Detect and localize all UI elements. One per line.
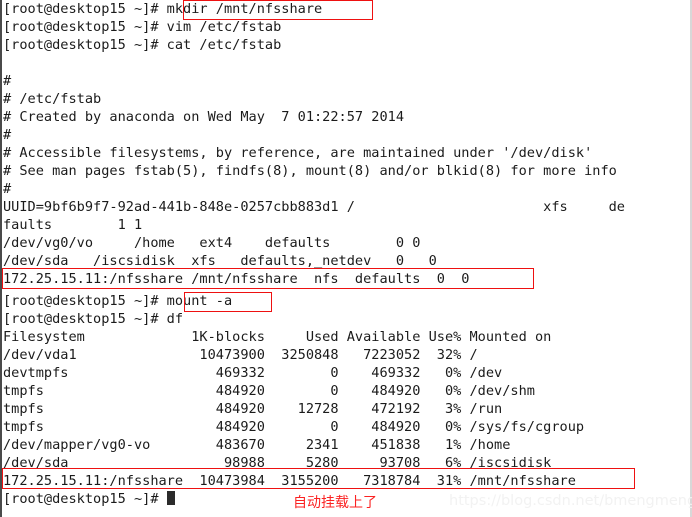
fstab-comment-path: # /etc/fstab — [3, 91, 102, 107]
terminal-line-cat: [root@desktop15 ~]# cat /etc/fstab — [3, 37, 282, 53]
fstab-entry-uuid-root: UUID=9bf6b9f7-92ad-441b-848e-0257cbb883d… — [3, 199, 625, 215]
fstab-comment-created: # Created by anaconda on Wed May 7 01:22… — [3, 109, 405, 125]
fstab-comment-manpages: # See man pages fstab(5), findfs(8), mou… — [3, 163, 617, 179]
terminal-window[interactable]: [root@desktop15 ~]# mkdir /mnt/nfsshare … — [0, 0, 692, 517]
df-row-vda1: /dev/vda1 10473900 3250848 7223052 32% / — [3, 347, 478, 363]
df-row-vg0-vo: /dev/mapper/vg0-vo 483670 2341 451838 1%… — [3, 437, 511, 453]
fstab-entry-iscsidisk: /dev/sda /iscsidisk xfs defaults,_netdev… — [3, 253, 437, 269]
fstab-entry-nfsshare: 172.25.15.11:/nfsshare /mnt/nfsshare nfs… — [3, 271, 470, 287]
df-header-row: Filesystem 1K-blocks Used Available Use%… — [3, 329, 552, 345]
fstab-comment-3: # — [3, 181, 12, 197]
df-row-tmpfs-run: tmpfs 484920 12728 472192 3% /run — [3, 401, 503, 417]
terminal-line-df: [root@desktop15 ~]# df — [3, 311, 184, 327]
fstab-comment-accessible: # Accessible filesystems, by reference, … — [3, 145, 593, 161]
terminal-prompt-active[interactable]: [root@desktop15 ~]# — [3, 490, 175, 508]
terminal-line-vim: [root@desktop15 ~]# vim /etc/fstab — [3, 19, 282, 35]
fstab-entry-home: /dev/vg0/vo /home ext4 defaults 0 0 — [3, 235, 421, 251]
terminal-line-mount-a: [root@desktop15 ~]# mount -a — [3, 293, 233, 309]
terminal-line-mkdir: [root@desktop15 ~]# mkdir /mnt/nfsshare — [3, 1, 323, 17]
df-row-nfsshare: 172.25.15.11:/nfsshare 10473984 3155200 … — [3, 473, 576, 489]
df-row-tmpfs-cgroup: tmpfs 484920 0 484920 0% /sys/fs/cgroup — [3, 419, 585, 435]
annotation-auto-mounted: 自动挂载上了 — [293, 495, 377, 511]
prompt-text: [root@desktop15 ~]# — [3, 491, 167, 507]
text-cursor — [166, 491, 175, 505]
df-row-devtmpfs: devtmpfs 469332 0 469332 0% /dev — [3, 365, 503, 381]
df-row-sda: /dev/sda 98988 5280 93708 6% /iscsidisk — [3, 455, 552, 471]
window-left-border — [0, 0, 2, 517]
blog-watermark: https://blog.csdn.net/bmengmeng — [449, 493, 692, 509]
fstab-comment-2: # — [3, 127, 12, 143]
terminal-screen[interactable]: [root@desktop15 ~]# mkdir /mnt/nfsshare … — [3, 0, 692, 517]
fstab-comment-1: # — [3, 73, 12, 89]
df-row-tmpfs-shm: tmpfs 484920 0 484920 0% /dev/shm — [3, 383, 535, 399]
fstab-entry-uuid-wrap: faults 1 1 — [3, 217, 143, 233]
